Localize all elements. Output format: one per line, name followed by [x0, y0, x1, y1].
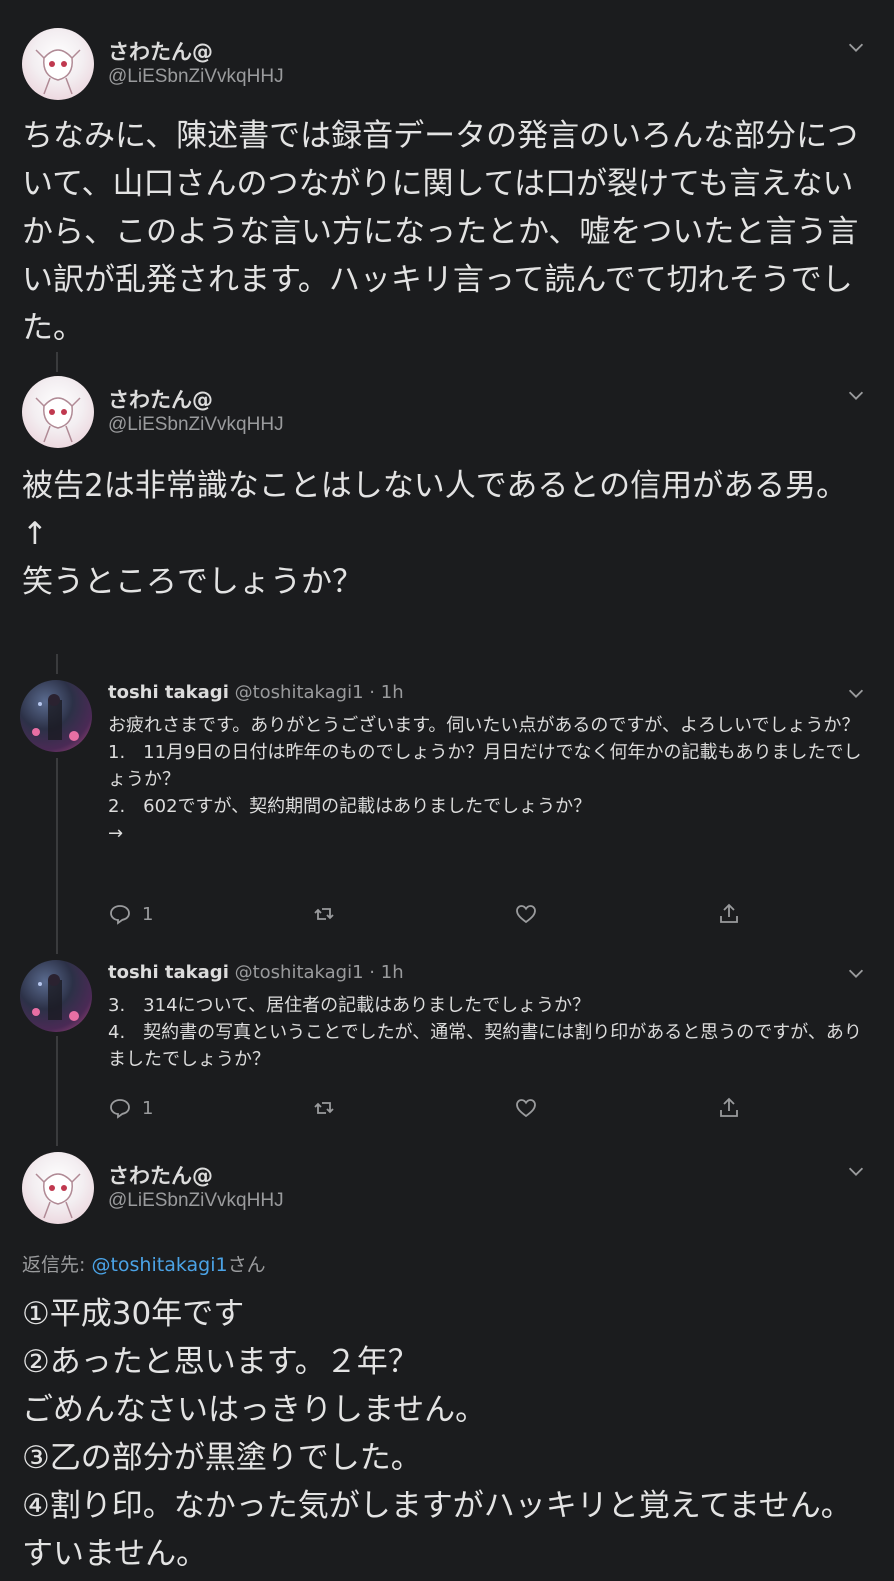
retweet-button[interactable]	[312, 1096, 336, 1120]
user-handle[interactable]: @toshitakagi1	[235, 962, 364, 983]
user-handle[interactable]: @LiESbnZiVvkqHHJ	[108, 414, 284, 436]
avatar[interactable]	[22, 1152, 94, 1224]
avatar[interactable]	[20, 960, 92, 1032]
like-button[interactable]	[514, 902, 538, 926]
share-button[interactable]	[717, 902, 741, 926]
replying-to: 返信先: @toshitakagi1さん	[22, 1250, 266, 1277]
retweet-icon	[314, 1102, 334, 1114]
share-button[interactable]	[717, 1096, 741, 1120]
display-name[interactable]: さわたん@	[108, 384, 213, 414]
mention-link[interactable]: @toshitakagi1	[91, 1254, 227, 1276]
avatar[interactable]	[22, 28, 94, 100]
display-name[interactable]: toshi takagi	[108, 962, 229, 983]
display-name[interactable]: さわたん@	[108, 36, 213, 66]
retweet-button[interactable]	[312, 902, 336, 926]
heart-icon	[516, 905, 536, 924]
reply-button[interactable]: 1	[108, 1096, 153, 1120]
user-handle[interactable]: @toshitakagi1	[235, 682, 364, 703]
reply-icon	[110, 1099, 130, 1119]
chevron-down-icon[interactable]	[845, 36, 867, 58]
chevron-down-icon[interactable]	[845, 682, 867, 704]
reply-count: 1	[142, 1097, 154, 1119]
thread-line	[56, 352, 58, 372]
user-handle[interactable]: @LiESbnZiVvkqHHJ	[108, 1190, 284, 1212]
replying-suffix: さん	[227, 1254, 266, 1276]
share-icon	[720, 1097, 738, 1117]
tweet-text: ①平成30年です ②あったと思います。２年？ ごめんなさいはっきりしません。 ③…	[22, 1296, 852, 1572]
retweet-icon	[314, 908, 334, 920]
tweet-text: 被告2は非常識なことはしない人であるとの信用がある男。 ↑ 笑うところでしょうか…	[22, 468, 848, 600]
reply-button[interactable]: 1	[108, 902, 153, 926]
reply-count: 1	[142, 903, 154, 925]
reply-header: toshi takagi @toshitakagi1 · 1h	[108, 962, 404, 983]
display-name[interactable]: さわたん@	[108, 1160, 213, 1190]
timestamp[interactable]: · 1h	[369, 682, 403, 703]
share-icon	[720, 903, 738, 923]
chevron-down-icon[interactable]	[845, 962, 867, 984]
user-handle[interactable]: @LiESbnZiVvkqHHJ	[108, 66, 284, 88]
tweet-text: ちなみに、陳述書では録音データの発言のいろんな部分について、山口さんのつながりに…	[22, 118, 859, 346]
reply-icon	[110, 905, 130, 925]
display-name[interactable]: toshi takagi	[108, 682, 229, 703]
thread-line	[56, 654, 58, 674]
like-button[interactable]	[514, 1096, 538, 1120]
replying-prefix: 返信先:	[22, 1254, 92, 1276]
timestamp[interactable]: · 1h	[369, 962, 403, 983]
avatar[interactable]	[20, 680, 92, 752]
chevron-down-icon[interactable]	[845, 384, 867, 406]
reply-header: toshi takagi @toshitakagi1 · 1h	[108, 682, 404, 703]
chevron-down-icon[interactable]	[845, 1160, 867, 1182]
thread-line	[56, 1036, 58, 1146]
tweet-text: 3. 314について、居住者の記載はありましたでしょうか？ 4. 契約書の写真と…	[108, 995, 862, 1070]
heart-icon	[516, 1099, 536, 1118]
tweet-text: お疲れさまです。ありがとうございます。伺いたい点があるのですが、よろしいでしょう…	[108, 715, 862, 844]
thread-line	[56, 758, 58, 954]
avatar[interactable]	[22, 376, 94, 448]
